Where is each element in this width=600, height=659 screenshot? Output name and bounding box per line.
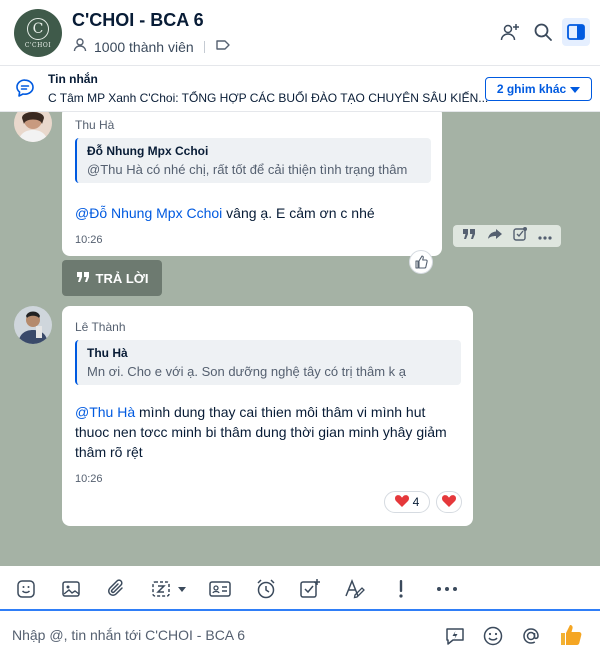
tag-icon[interactable] (215, 38, 231, 55)
message-bubble[interactable]: Thu Hà Đỗ Nhung Mpx Cchoi @Thu Hà có nhé… (62, 112, 442, 256)
reaction-count: 4 (412, 495, 420, 509)
logo-wordmark: C'CHOI (24, 41, 52, 49)
caret-down-icon (570, 82, 581, 96)
group-avatar[interactable]: C C'CHOI (14, 9, 62, 57)
message-time: 10:26 (75, 234, 103, 246)
like-reaction-button[interactable] (409, 250, 433, 274)
heart-icon (394, 494, 409, 510)
attachment-icon[interactable] (106, 578, 128, 600)
avatar[interactable] (14, 112, 52, 142)
more-icon[interactable] (538, 227, 552, 245)
more-pins-button[interactable]: 2 ghim khác (485, 77, 592, 101)
quote-author: Đỗ Nhung Mpx Cchoi (87, 144, 209, 158)
message-list[interactable]: Thu Hà Đỗ Nhung Mpx Cchoi @Thu Hà có nhé… (0, 112, 600, 566)
mention-link[interactable]: @Đỗ Nhung Mpx Cchoi (75, 205, 222, 221)
search-icon[interactable] (531, 20, 555, 44)
group-title[interactable]: C'CHOI - BCA 6 (72, 10, 204, 31)
message-input[interactable] (12, 621, 432, 649)
mention-link[interactable]: @Thu Hà (75, 404, 135, 420)
divider (203, 40, 205, 53)
member-count: 1000 thành viên (94, 38, 194, 55)
todo-icon[interactable] (299, 578, 321, 600)
add-member-icon[interactable] (498, 20, 522, 44)
emoji-icon[interactable] (482, 625, 504, 647)
composer-toolbar (0, 566, 600, 611)
sidebar-toggle-icon[interactable] (562, 18, 590, 46)
thumbs-up-icon[interactable] (558, 622, 584, 648)
message-bubble[interactable]: Lê Thành Thu Hà Mn ơi. Cho e với ạ. Son … (62, 306, 473, 526)
member-info[interactable]: 1000 thành viên (72, 37, 231, 56)
forward-icon[interactable] (487, 227, 503, 245)
pinned-title: Tin nhắn (48, 72, 98, 86)
text-format-icon[interactable] (344, 578, 366, 600)
message-time: 10:26 (75, 473, 103, 485)
sticker-icon[interactable] (15, 578, 37, 600)
avatar[interactable] (14, 306, 52, 344)
sender-name[interactable]: Thu Hà (75, 118, 114, 132)
reaction-summary[interactable]: 4 (384, 491, 430, 513)
quoted-message[interactable]: Thu Hà Mn ơi. Cho e với ạ. Son dưỡng ngh… (75, 340, 461, 385)
quote-text: @Thu Hà có nhé chị, rất tốt để cải thiện… (87, 162, 408, 177)
mention-icon[interactable] (520, 625, 542, 647)
message-body: vâng ạ. E cảm ơn c nhé (222, 205, 375, 221)
urgent-icon[interactable] (390, 578, 412, 600)
message-text: @Thu Hà mình dung thay cai thien môi thâ… (75, 402, 461, 462)
add-heart-reaction-button[interactable] (436, 491, 462, 513)
pinned-text: C Tâm MP Xanh C'Choi: TỔNG HỢP CÁC BUỔI … (48, 91, 489, 105)
more-pins-label: 2 ghim khác (496, 82, 567, 96)
message-actions (453, 225, 561, 247)
quick-message-icon[interactable] (444, 625, 466, 647)
quote-icon (76, 271, 90, 286)
composer (0, 611, 600, 659)
message-text: @Đỗ Nhung Mpx Cchoi vâng ạ. E cảm ơn c n… (75, 203, 431, 223)
quote-text: Mn ơi. Cho e với ạ. Son dưỡng nghệ tây c… (87, 364, 406, 379)
chat-header: C C'CHOI C'CHOI - BCA 6 1000 thành viên (0, 0, 600, 66)
quote-icon[interactable] (462, 227, 476, 245)
reminder-clock-icon[interactable] (255, 578, 277, 600)
logo-monogram: C (27, 17, 49, 40)
task-icon[interactable] (513, 226, 528, 246)
image-icon[interactable] (60, 578, 82, 600)
quote-author: Thu Hà (87, 346, 128, 360)
reply-label: TRẢ LỜI (95, 270, 149, 286)
reply-button[interactable]: TRẢ LỜI (62, 260, 162, 296)
screenshot-icon[interactable] (150, 578, 190, 600)
sender-name[interactable]: Lê Thành (75, 320, 126, 334)
message-icon (14, 77, 36, 104)
heart-icon (442, 494, 456, 510)
contact-card-icon[interactable] (209, 578, 231, 600)
quoted-message[interactable]: Đỗ Nhung Mpx Cchoi @Thu Hà có nhé chị, r… (75, 138, 431, 183)
more-options-icon[interactable] (436, 578, 458, 600)
person-icon (72, 37, 88, 56)
pinned-message-bar[interactable]: Tin nhắn C Tâm MP Xanh C'Choi: TỔNG HỢP … (0, 66, 600, 112)
